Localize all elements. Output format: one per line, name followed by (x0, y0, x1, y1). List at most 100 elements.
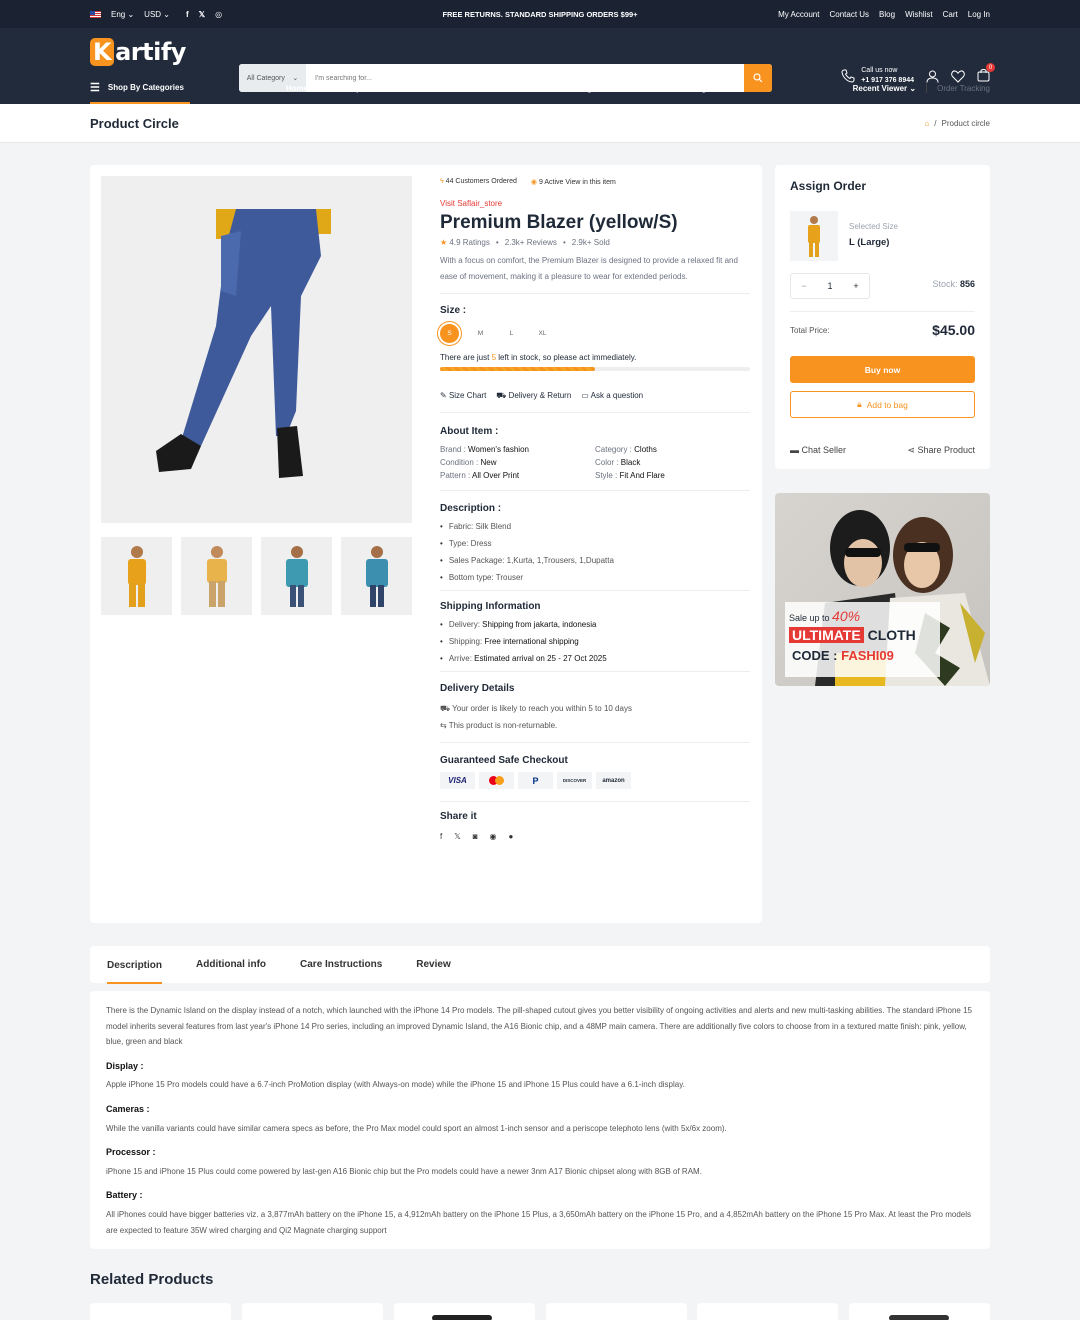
related-product-card[interactable] (849, 1303, 990, 1320)
description-panel: There is the Dynamic Island on the displ… (90, 991, 990, 1249)
truck-icon: ⛟ (496, 391, 507, 400)
tab-care-instructions[interactable]: Care Instructions (300, 959, 382, 970)
discover-icon: DISCOVER (557, 772, 592, 789)
about-pattern: Pattern : All Over Print (440, 471, 520, 480)
x-icon[interactable]: 𝕏 (199, 10, 205, 19)
stock-warning: There are just 5 left in stock, so pleas… (440, 353, 637, 362)
bag-icon: 🔒︎ (857, 399, 862, 409)
related-product-card[interactable] (242, 1303, 383, 1320)
list-item: Fabric: Silk Blend (440, 522, 750, 531)
cart-count-badge: 0 (986, 63, 995, 72)
link-blog[interactable]: Blog (879, 10, 895, 19)
list-item: Arrive: Estimated arrival on 25 - 27 Oct… (440, 654, 750, 663)
size-option-s[interactable]: S (440, 324, 459, 343)
related-product-card[interactable] (394, 1303, 535, 1320)
related-product-card[interactable] (546, 1303, 687, 1320)
thumbnail-4[interactable] (341, 537, 412, 615)
store-link[interactable]: Visit Saflair_store (440, 199, 750, 208)
nav-seller[interactable]: Seller (634, 84, 665, 93)
desc-display: Apple iPhone 15 Pro models could have a … (106, 1080, 685, 1090)
nav-home[interactable]: Home (286, 84, 317, 93)
currency-select[interactable]: USD ⌄ (144, 10, 170, 19)
quantity-value[interactable]: 1 (827, 281, 832, 291)
recent-viewer-dropdown[interactable]: Recent Viewer ⌄ (853, 84, 916, 93)
amazon-icon: amazon (596, 772, 631, 789)
related-products-title: Related Products (90, 1271, 214, 1288)
tab-description[interactable]: Description (107, 950, 163, 984)
total-price: $45.00 (932, 322, 975, 338)
nav-blog[interactable]: Blog (689, 84, 716, 93)
truck-icon: ⛟ (440, 704, 451, 713)
order-tracking-link[interactable]: Order Tracking (926, 83, 990, 93)
tab-additional-info[interactable]: Additional info (196, 959, 266, 970)
thumbnail-1[interactable] (101, 537, 172, 615)
desc-display-heading: Display : (106, 1060, 144, 1071)
about-color: Color : Black (595, 458, 641, 467)
instagram-icon[interactable]: ◎ (215, 10, 222, 19)
decrease-button[interactable]: − (801, 281, 806, 291)
link-my-account[interactable]: My Account (778, 10, 819, 19)
shipping-list: Delivery: Shipping from jakarta, indones… (440, 620, 750, 663)
thumbnail-2[interactable] (181, 537, 252, 615)
product-summary: With a focus on comfort, the Premium Bla… (440, 256, 738, 281)
header: Kartify All Category⌄ Call us now+1 917 … (0, 28, 1080, 104)
ask-question-link[interactable]: ▭ Ask a question (581, 391, 643, 401)
logo[interactable]: Kartify (90, 38, 186, 66)
main-product-image[interactable] (101, 176, 412, 523)
product-info: ϟ 44 Customers Ordered ◉ 9 Active View i… (440, 178, 750, 841)
nav-sales[interactable]: Sales (457, 84, 487, 93)
link-cart[interactable]: Cart (943, 10, 958, 19)
nav-pages[interactable]: Pages (577, 84, 610, 93)
chat-icon: ▬ (790, 445, 799, 455)
promo-text-box: Sale up to 40% ULTIMATE CLOTH CODE : FAS… (785, 602, 940, 677)
instagram-icon[interactable]: ◙ (473, 832, 478, 841)
tab-review[interactable]: Review (416, 959, 450, 970)
link-log-in[interactable]: Log In (968, 10, 990, 19)
pinterest-icon[interactable]: ◉ (490, 832, 497, 841)
size-option-xl[interactable]: XL (533, 324, 552, 343)
size-option-m[interactable]: M (471, 324, 490, 343)
about-title: About Item : (440, 426, 499, 437)
size-option-l[interactable]: L (502, 324, 521, 343)
list-item: Shipping: Free international shipping (440, 637, 750, 646)
share-icon: ⋖ (907, 445, 915, 455)
desc-intro: There is the Dynamic Island on the displ… (106, 1006, 972, 1047)
x-icon[interactable]: 𝕏 (454, 832, 460, 841)
size-options: S M L XL (440, 324, 750, 343)
facebook-icon[interactable]: f (186, 10, 189, 19)
delivery-return-link[interactable]: ⛟ Delivery & Return (496, 391, 571, 401)
breadcrumb-current: Product circle (941, 118, 990, 128)
shipping-title: Shipping Information (440, 601, 541, 612)
size-chart-link[interactable]: ✎ Size Chart (440, 391, 486, 401)
related-product-card[interactable] (90, 1303, 231, 1320)
payment-methods: VISA P DISCOVER amazon (440, 772, 750, 789)
chat-icon: ▭ (581, 391, 589, 400)
checkout-title: Guaranteed Safe Checkout (440, 755, 568, 766)
main-nav: ☰ Shop By Categories Home Shop Product S… (0, 72, 1080, 104)
promo-banner[interactable]: Sale up to 40% ULTIMATE CLOTH CODE : FAS… (775, 493, 990, 686)
language-select[interactable]: Eng ⌄ (111, 10, 134, 19)
visa-icon: VISA (440, 772, 475, 789)
link-wishlist[interactable]: Wishlist (905, 10, 933, 19)
lightning-icon: ϟ (440, 178, 444, 185)
thumbnail-3[interactable] (261, 537, 332, 615)
star-icon: ★ (440, 238, 448, 247)
whatsapp-icon[interactable]: ● (509, 832, 514, 841)
increase-button[interactable]: + (853, 281, 858, 291)
add-to-bag-button[interactable]: 🔒︎ Add to bag (790, 391, 975, 418)
list-item: Delivery: Shipping from jakarta, indones… (440, 620, 750, 629)
related-product-card[interactable] (697, 1303, 838, 1320)
product-card: ϟ 44 Customers Ordered ◉ 9 Active View i… (90, 165, 762, 923)
nav-shop[interactable]: Shop (341, 84, 370, 93)
shop-by-categories-button[interactable]: ☰ Shop By Categories (90, 72, 190, 104)
share-product-link[interactable]: ⋖ Share Product (907, 445, 975, 456)
chat-seller-link[interactable]: ▬ Chat Seller (790, 445, 846, 455)
link-contact-us[interactable]: Contact Us (829, 10, 869, 19)
about-condition: Condition : New (440, 458, 497, 467)
facebook-icon[interactable]: f (440, 832, 442, 841)
nav-features[interactable]: Features (511, 84, 553, 93)
delivery-title: Delivery Details (440, 683, 515, 694)
buy-now-button[interactable]: Buy now (790, 356, 975, 383)
nav-product[interactable]: Product (394, 84, 433, 93)
home-icon[interactable]: ⌂ (924, 119, 929, 128)
